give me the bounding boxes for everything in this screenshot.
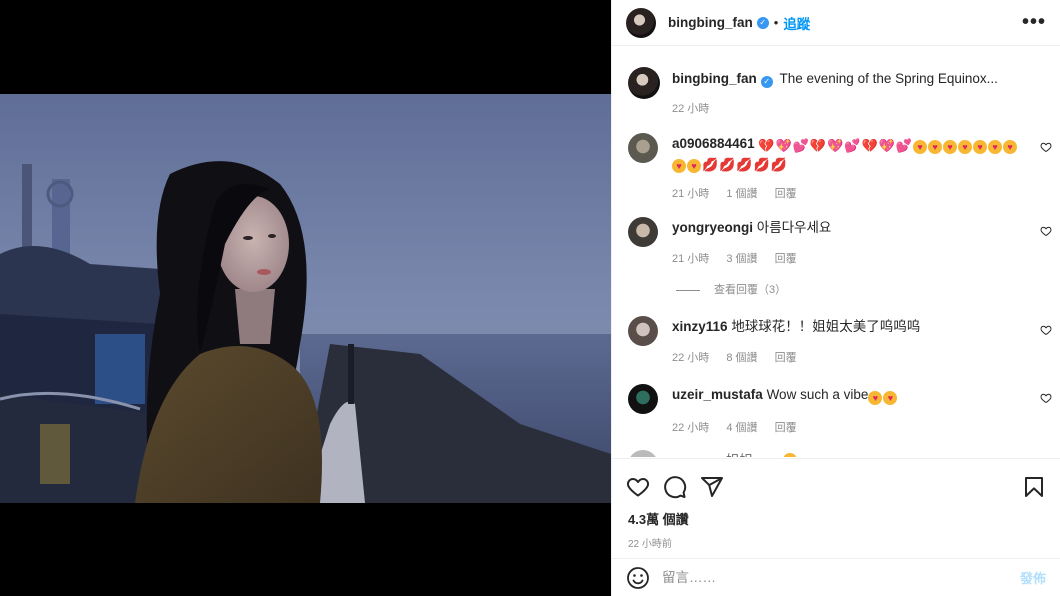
kiss-emoji-icon: ♥ xyxy=(973,140,988,154)
smiley-emoji-icon[interactable] xyxy=(626,566,650,590)
more-options-icon[interactable]: ••• xyxy=(1022,11,1046,34)
like-comment-heart-icon[interactable] xyxy=(1040,141,1052,153)
heart-emoji-icon: 💖 xyxy=(878,138,895,153)
post-header: bingbing_fan ✓ • 追蹤 ••• xyxy=(612,0,1060,46)
heart-emoji-icon: 💕 xyxy=(895,138,913,153)
heart-eyes-emoji-icon: ♥ xyxy=(883,391,898,405)
heart-emoji-icon: 💔 xyxy=(861,138,878,153)
reply-button[interactable]: 回覆 xyxy=(775,422,797,434)
comment-row: 姐姐♥♥ xyxy=(626,450,1056,457)
heart-emoji-icon: 💔 xyxy=(809,138,827,153)
heart-eyes-emoji-icon: ♥ xyxy=(868,391,883,405)
lips-emoji-icon: 💋 xyxy=(736,157,753,172)
post-sidebar: bingbing_fan ✓ • 追蹤 ••• bingbing_fan ✓ Th… xyxy=(611,0,1060,596)
comment-time[interactable]: 22 小時 xyxy=(672,422,709,434)
caption-username[interactable]: bingbing_fan xyxy=(672,71,757,86)
heart-emoji-icon: 💕 xyxy=(844,138,861,153)
kiss-emoji-icon: ♥ xyxy=(687,159,701,173)
comment-text: 地球球花！！姐姐太美了呜呜呜 xyxy=(731,319,921,334)
post-media-pane xyxy=(0,0,611,596)
commenter-avatar[interactable] xyxy=(628,450,658,457)
comment-text: Wow such a vibe xyxy=(766,387,869,402)
lips-emoji-icon: 💋 xyxy=(753,157,770,172)
comment-text: 姐姐 xyxy=(726,453,753,457)
post-comment-button[interactable]: 發佈 xyxy=(1020,568,1046,587)
verified-badge-icon: ✓ xyxy=(760,76,773,88)
comment-text: 아름다우세요 xyxy=(756,220,832,235)
lips-emoji-icon: 💋 xyxy=(702,157,719,172)
kiss-emoji-icon: ♥ xyxy=(913,140,928,154)
author-username[interactable]: bingbing_fan xyxy=(668,15,753,30)
comment-likes[interactable]: 3 個讚 xyxy=(726,253,757,265)
lips-emoji-icon: 💋 xyxy=(719,157,736,172)
reply-button[interactable]: 回覆 xyxy=(775,352,797,364)
follow-button[interactable]: 追蹤 xyxy=(783,13,810,33)
post-photo[interactable] xyxy=(0,94,611,503)
commenter-username[interactable]: uzeir_mustafa xyxy=(672,387,763,402)
comment-time[interactable]: 21 小時 xyxy=(672,188,709,200)
add-comment-bar: 發佈 xyxy=(612,558,1060,596)
comment-row: xinzy116 地球球花！！姐姐太美了呜呜呜 22 小時 8 個讚 回覆 xyxy=(626,316,1056,365)
comment-likes[interactable]: 1 個讚 xyxy=(726,188,757,200)
post-actions: 4.3萬 個讚 22 小時前 xyxy=(612,458,1060,558)
comment-time[interactable]: 21 小時 xyxy=(672,253,709,265)
kiss-emoji-icon: ♥ xyxy=(943,140,958,154)
reply-button[interactable]: 回覆 xyxy=(775,253,797,265)
like-heart-icon[interactable] xyxy=(626,475,650,499)
kiss-emoji-icon: ♥ xyxy=(672,159,686,173)
comment-row: yongryeongi 아름다우세요 21 小時 3 個讚 回覆 xyxy=(626,217,1056,266)
kiss-emoji-icon: ♥ xyxy=(988,140,1003,154)
post-image xyxy=(0,94,611,503)
replies-divider xyxy=(676,289,700,291)
comment-bubble-icon[interactable] xyxy=(663,475,687,499)
comment-row: uzeir_mustafa Wow such a vibe ♥ ♥ 22 小時 4 … xyxy=(626,384,1056,435)
bookmark-icon[interactable] xyxy=(1022,475,1046,499)
caption-row: bingbing_fan ✓ The evening of the Spring … xyxy=(626,67,1056,116)
kiss-emoji-icon: ♥ xyxy=(958,140,973,154)
lips-emoji-icon: 💋 xyxy=(770,157,787,172)
commenter-avatar[interactable] xyxy=(628,217,658,247)
caption-avatar[interactable] xyxy=(628,67,660,99)
commenter-username[interactable]: yongryeongi xyxy=(672,220,753,235)
heart-emoji-icon: 💔 xyxy=(758,138,775,153)
comment-time[interactable]: 22 小時 xyxy=(672,352,709,364)
heart-emoji-icon: 💖 xyxy=(827,138,844,153)
commenter-username[interactable]: xinzy116 xyxy=(672,319,728,334)
like-comment-heart-icon[interactable] xyxy=(1040,392,1052,404)
view-replies-button[interactable]: 查看回覆（3） xyxy=(676,281,786,297)
heart-emoji-icon: 💕 xyxy=(792,138,809,153)
caption-time[interactable]: 22 小時 xyxy=(672,103,709,115)
commenter-username[interactable]: a0906884461 xyxy=(672,136,755,151)
kiss-emoji-icon: ♥ xyxy=(1003,140,1018,154)
commenter-avatar[interactable] xyxy=(628,384,658,414)
likes-count[interactable]: 4.3萬 個讚 xyxy=(612,503,1060,528)
post-time[interactable]: 22 小時前 xyxy=(612,528,1060,550)
commenter-avatar[interactable] xyxy=(628,316,658,346)
comment-input[interactable] xyxy=(662,570,1020,585)
author-avatar[interactable] xyxy=(626,7,656,38)
comment-likes[interactable]: 4 個讚 xyxy=(726,422,757,434)
kiss-emoji-icon: ♥ xyxy=(928,140,943,154)
verified-badge-icon: ✓ xyxy=(756,16,769,29)
view-replies-label[interactable]: 查看回覆（3） xyxy=(714,284,786,296)
like-comment-heart-icon[interactable] xyxy=(1040,324,1052,336)
comments-list[interactable]: bingbing_fan ✓ The evening of the Spring … xyxy=(612,47,1060,457)
caption-text: The evening of the Spring Equinox... xyxy=(779,71,998,86)
separator-dot: • xyxy=(773,15,779,30)
commenter-avatar[interactable] xyxy=(628,133,658,163)
heart-emoji-icon: 💖 xyxy=(775,138,792,153)
comment-row: a0906884461 💔💖💕💔💖💕💔💖💕 ♥ ♥ ♥ ♥ ♥ ♥ ♥♥ ♥ 💋💋💋💋💋 21 小… xyxy=(626,133,1056,201)
like-comment-heart-icon[interactable] xyxy=(1040,225,1052,237)
share-paper-plane-icon[interactable] xyxy=(700,475,724,499)
comment-likes[interactable]: 8 個讚 xyxy=(726,352,757,364)
reply-button[interactable]: 回覆 xyxy=(775,188,797,200)
emoji-icon xyxy=(783,453,797,457)
